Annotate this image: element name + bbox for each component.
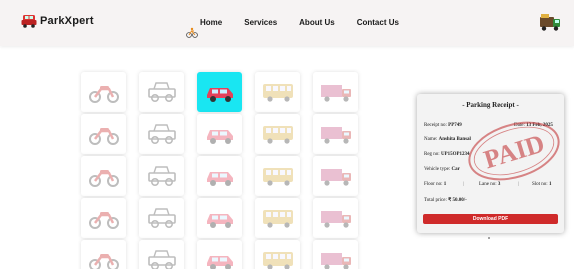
car-logo-icon [21, 15, 37, 28]
receipt-title: - Parking Receipt - [462, 101, 519, 109]
jeep-icon [147, 208, 176, 229]
receipt-vehicle-value: Car [451, 167, 460, 172]
parking-receipt: - Parking Receipt - Receipt no: PP749 Da… [417, 94, 564, 233]
parking-slot-car[interactable] [197, 72, 242, 112]
brand-name: ParkXpert [40, 15, 94, 27]
nav-links: Home Services About Us Contact Us [200, 18, 399, 27]
receipt-reg-label: Reg no: [424, 152, 440, 157]
motorbike-icon [88, 86, 119, 103]
bus-icon [262, 252, 293, 269]
parking-slot-jeep[interactable] [139, 72, 184, 112]
parking-slot-truck[interactable] [313, 114, 358, 154]
receipt-lane-row: Lane no: 3 [479, 182, 500, 187]
motorbike-icon [88, 170, 119, 187]
receipt-price-value: ₹ 50.00/- [448, 198, 467, 203]
parking-slot-truck[interactable] [313, 198, 358, 238]
navbar: ParkXpert Home Services About Us Contact… [0, 0, 574, 46]
receipt-floor-row: Floor no: 1 [424, 182, 446, 187]
truck-icon [320, 211, 351, 228]
receipt-slot-value: 1 [548, 182, 552, 187]
cursor-dot [488, 237, 490, 239]
parking-slot-motorbike[interactable] [81, 156, 126, 196]
download-pdf-button[interactable]: Download PDF [423, 214, 558, 224]
parking-slot-motorbike[interactable] [81, 72, 126, 112]
bus-icon [262, 126, 293, 144]
receipt-separator: | [463, 182, 465, 187]
bus-icon [262, 210, 293, 228]
parking-slot-car[interactable] [197, 240, 242, 269]
motorbike-icon [88, 254, 119, 269]
nav-services[interactable]: Services [244, 18, 277, 27]
parking-slot-bus[interactable] [255, 72, 300, 112]
receipt-floor-value: 1 [443, 182, 447, 187]
paid-stamp-text: PAID [480, 129, 547, 175]
parking-slot-jeep[interactable] [139, 156, 184, 196]
receipt-slot-row: Slot no: 1 [532, 182, 551, 187]
receipt-slot-label: Slot no: [532, 182, 548, 187]
parking-slot-jeep[interactable] [139, 240, 184, 269]
truck-icon [320, 253, 351, 269]
jeep-icon [147, 82, 176, 103]
parking-slot-truck[interactable] [313, 156, 358, 196]
nav-home[interactable]: Home [200, 18, 222, 27]
receipt-price-row: Total price: ₹ 50.00/- [424, 197, 467, 203]
receipt-name-row: Name: Anshita Bansal [424, 137, 471, 142]
parking-slot-motorbike[interactable] [81, 114, 126, 154]
truck-icon [320, 169, 351, 186]
receipt-date-row: Date: 13 Feb, 2025 [514, 123, 553, 128]
parking-slot-motorbike[interactable] [81, 240, 126, 269]
parking-slot-car[interactable] [197, 198, 242, 238]
parking-slot-motorbike[interactable] [81, 198, 126, 238]
receipt-lane-value: 3 [497, 182, 501, 187]
parking-slot-bus[interactable] [255, 156, 300, 196]
car-icon [206, 88, 233, 102]
receipt-reg-row: Reg no: UP15OP1234 [424, 152, 470, 157]
motorbike-icon [88, 128, 119, 145]
receipt-number-row: Receipt no: PP749 [424, 123, 462, 128]
parking-slot-bus[interactable] [255, 240, 300, 269]
bus-icon [262, 168, 293, 186]
receipt-number-value: PP749 [448, 123, 462, 128]
bicycle-icon [186, 27, 198, 38]
car-icon [206, 256, 233, 269]
receipt-floor-label: Floor no: [424, 182, 443, 187]
jeep-icon [147, 166, 176, 187]
receipt-date-value: 13 Feb, 2025 [526, 123, 553, 128]
parking-vehicle-grid [78, 69, 374, 269]
jeep-icon [147, 250, 176, 269]
jeep-icon [147, 124, 176, 145]
parking-slot-jeep[interactable] [139, 198, 184, 238]
receipt-date-label: Date: [514, 123, 525, 128]
car-icon [206, 172, 233, 186]
parking-slot-car[interactable] [197, 156, 242, 196]
car-icon [206, 214, 233, 228]
receipt-reg-value: UP15OP1234 [440, 152, 470, 157]
receipt-vehicle-label: Vehicle type: [424, 167, 451, 172]
parking-slot-jeep[interactable] [139, 114, 184, 154]
car-icon [206, 130, 233, 144]
bus-icon [262, 84, 293, 102]
parking-slot-bus[interactable] [255, 198, 300, 238]
motorbike-icon [88, 212, 119, 229]
receipt-separator: | [518, 182, 520, 187]
receipt-name-label: Name: [424, 137, 438, 142]
parking-slot-bus[interactable] [255, 114, 300, 154]
parking-slot-truck[interactable] [313, 240, 358, 269]
truck-icon [320, 85, 351, 102]
receipt-number-label: Receipt no: [424, 123, 447, 128]
nav-about-us[interactable]: About Us [299, 18, 335, 27]
receipt-vehicle-row: Vehicle type: Car [424, 167, 460, 172]
truck-icon [540, 14, 560, 31]
receipt-price-label: Total price: [424, 198, 447, 203]
brand[interactable]: ParkXpert [21, 14, 94, 28]
parking-slot-car[interactable] [197, 114, 242, 154]
receipt-lane-label: Lane no: [479, 182, 497, 187]
nav-contact-us[interactable]: Contact Us [357, 18, 399, 27]
receipt-name-value: Anshita Bansal [438, 137, 471, 142]
parking-slot-truck[interactable] [313, 72, 358, 112]
truck-icon [320, 127, 351, 144]
